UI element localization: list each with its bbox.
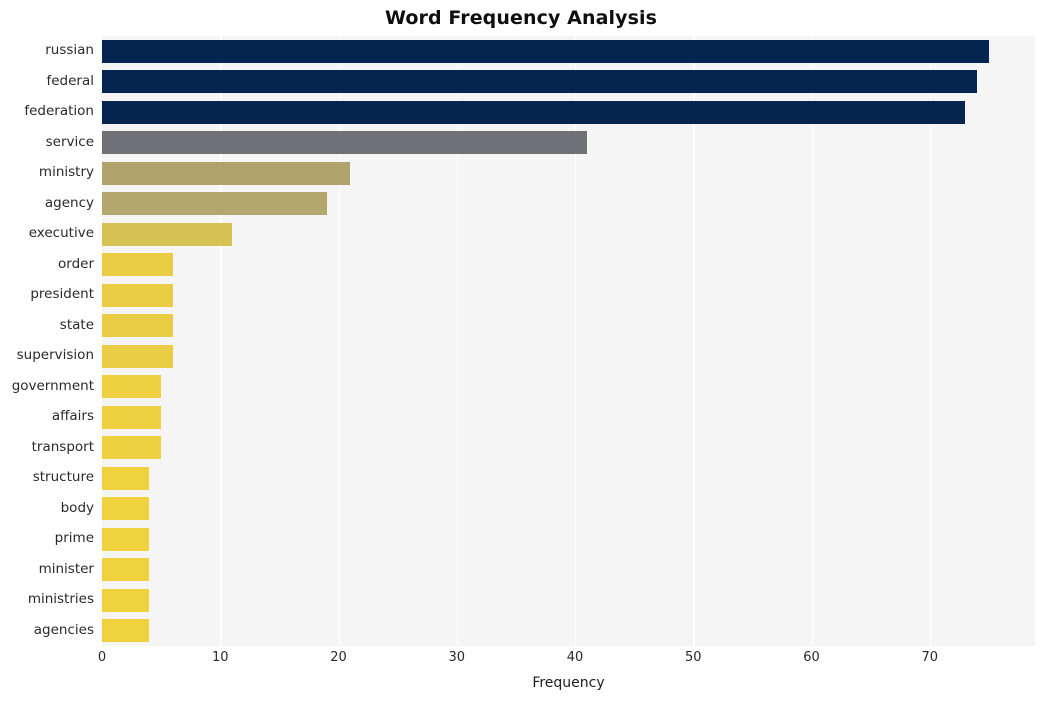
x-tick-label-30: 30 xyxy=(448,650,466,665)
bar-row xyxy=(102,341,1035,372)
bar-minister[interactable] xyxy=(102,558,150,582)
bar-federal[interactable] xyxy=(102,70,978,94)
bar-president[interactable] xyxy=(102,283,173,307)
y-tick-label-executive: executive xyxy=(28,225,94,242)
bar-row xyxy=(102,524,1035,555)
bar-service[interactable] xyxy=(102,131,587,155)
y-tick-label-structure: structure xyxy=(32,469,94,486)
y-axis-tick-labels: russian federal federation service ministry a… xyxy=(0,36,94,646)
bar-ministries[interactable] xyxy=(102,588,150,612)
bar-row xyxy=(102,36,1035,67)
bar-row xyxy=(102,555,1035,586)
x-axis-tick-labels: 0 10 20 30 40 50 60 70 xyxy=(0,650,1042,672)
plot-area xyxy=(102,36,1035,646)
bar-row xyxy=(102,372,1035,403)
y-tick-label-ministry: ministry xyxy=(38,164,94,181)
bar-state[interactable] xyxy=(102,314,173,338)
bar-row xyxy=(102,128,1035,159)
bar-row xyxy=(102,219,1035,250)
bar-row xyxy=(102,463,1035,494)
bar-agencies[interactable] xyxy=(102,619,150,643)
x-tick-label-70: 70 xyxy=(921,650,939,665)
bar-affairs[interactable] xyxy=(102,405,162,429)
bar-body[interactable] xyxy=(102,497,150,521)
bar-row xyxy=(102,402,1035,433)
y-tick-label-minister: minister xyxy=(38,560,94,577)
bar-structure[interactable] xyxy=(102,466,150,490)
bar-row xyxy=(102,433,1035,464)
y-tick-label-service: service xyxy=(45,133,94,150)
x-axis-title: Frequency xyxy=(532,675,605,691)
bar-row xyxy=(102,67,1035,98)
bar-row xyxy=(102,250,1035,281)
y-tick-label-ministries: ministries xyxy=(27,591,94,608)
y-tick-label-affairs: affairs xyxy=(51,408,94,425)
bar-row xyxy=(102,97,1035,128)
x-tick-label-20: 20 xyxy=(330,650,347,665)
bar-ministry[interactable] xyxy=(102,161,351,185)
bar-row xyxy=(102,616,1035,647)
y-tick-label-government: government xyxy=(11,377,94,394)
y-tick-label-russian: russian xyxy=(45,42,94,59)
bar-prime[interactable] xyxy=(102,527,150,551)
y-tick-label-federal: federal xyxy=(46,72,94,89)
chart-title: Word Frequency Analysis xyxy=(384,7,658,29)
y-tick-label-order: order xyxy=(58,255,94,272)
y-tick-label-federation: federation xyxy=(24,103,94,120)
y-tick-label-prime: prime xyxy=(54,530,94,547)
y-tick-label-body: body xyxy=(60,499,94,516)
x-tick-label-50: 50 xyxy=(684,650,702,665)
x-tick-label-60: 60 xyxy=(803,650,820,665)
bar-row xyxy=(102,158,1035,189)
chart-figure: Word Frequency Analysis russian federal fe… xyxy=(0,0,1042,701)
x-tick-label-0: 0 xyxy=(97,650,107,665)
bar-agency[interactable] xyxy=(102,192,327,216)
y-tick-label-agencies: agencies xyxy=(33,621,94,638)
y-tick-label-transport: transport xyxy=(31,438,94,455)
y-tick-label-supervision: supervision xyxy=(16,347,94,364)
bar-row xyxy=(102,585,1035,616)
x-tick-label-10: 10 xyxy=(211,650,229,665)
bar-row xyxy=(102,280,1035,311)
bar-row xyxy=(102,494,1035,525)
y-tick-label-president: president xyxy=(30,286,94,303)
bar-supervision[interactable] xyxy=(102,344,173,368)
y-tick-label-agency: agency xyxy=(44,194,94,211)
bar-executive[interactable] xyxy=(102,222,233,246)
bar-russian[interactable] xyxy=(102,39,989,63)
bar-row xyxy=(102,189,1035,220)
bar-transport[interactable] xyxy=(102,436,162,460)
y-tick-label-state: state xyxy=(59,316,94,333)
x-tick-label-40: 40 xyxy=(566,650,584,665)
bar-order[interactable] xyxy=(102,253,173,277)
bar-row xyxy=(102,311,1035,342)
bar-government[interactable] xyxy=(102,375,162,399)
bar-federation[interactable] xyxy=(102,100,966,124)
bar-series xyxy=(102,36,1035,646)
